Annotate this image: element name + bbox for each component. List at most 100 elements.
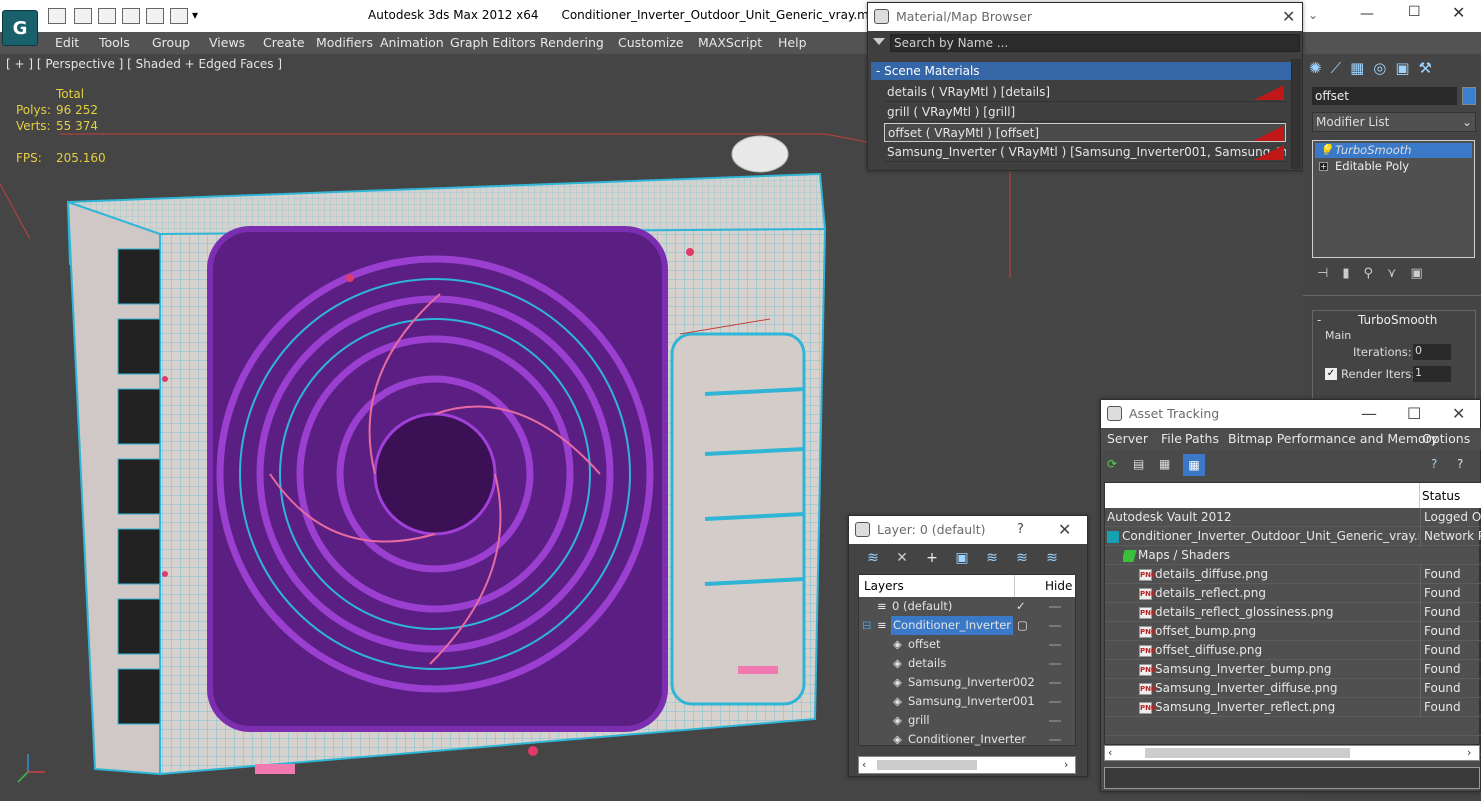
modifier-list-dropdown[interactable]: Modifier List ⌄ <box>1312 112 1476 132</box>
scroll-left-icon[interactable]: ‹ <box>1108 746 1112 759</box>
vertical-scrollbar[interactable] <box>1291 59 1301 169</box>
menu-options[interactable]: Options <box>1422 431 1470 446</box>
asset-row[interactable]: Autodesk Vault 2012 Logged Ou <box>1105 508 1481 527</box>
horizontal-scrollbar[interactable]: ‹ › <box>1104 745 1480 761</box>
material-item-offset[interactable]: offset ( VRayMtl ) [offset] <box>884 123 1286 142</box>
material-item-grill[interactable]: grill ( VRayMtl ) [grill] <box>884 103 1286 122</box>
close-icon[interactable]: ✕ <box>1058 520 1071 539</box>
add-to-layer-icon[interactable]: + <box>923 549 941 567</box>
undo-icon[interactable] <box>98 8 116 24</box>
menu-tools[interactable]: Tools <box>99 35 130 50</box>
hide-toggle[interactable] <box>1049 663 1061 665</box>
scroll-right-icon[interactable]: › <box>1467 746 1471 759</box>
hide-toggle[interactable] <box>1049 720 1061 722</box>
column-layers[interactable]: Layers <box>864 579 904 593</box>
menu-customize[interactable]: Customize <box>618 35 684 50</box>
hide-toggle[interactable] <box>1049 739 1061 741</box>
rollout-title[interactable]: TurboSmooth <box>1358 313 1437 327</box>
object-row[interactable]: ◈ Conditioner_Inverter <box>859 730 1075 749</box>
chevron-down-icon[interactable]: ⌄ <box>1308 8 1318 22</box>
object-row[interactable]: ◈ offset <box>859 635 1075 654</box>
scroll-left-icon[interactable]: ‹ <box>862 758 866 771</box>
menu-paths[interactable]: Paths <box>1185 431 1219 446</box>
help-button[interactable]: ? <box>1017 522 1024 537</box>
collapse-icon[interactable]: ⊟ <box>862 616 872 635</box>
highlight-layer-icon[interactable]: ≋ <box>983 549 1001 567</box>
save-file-icon[interactable] <box>74 8 92 24</box>
expand-icon[interactable]: + <box>1319 162 1328 171</box>
hide-toggle[interactable] <box>1049 625 1061 627</box>
scroll-right-icon[interactable]: › <box>1064 758 1068 771</box>
object-name-field[interactable]: offset <box>1312 87 1457 105</box>
horizontal-scrollbar[interactable]: ‹ › <box>858 756 1076 774</box>
menu-bitmap-performance[interactable]: Bitmap Performance and Memory <box>1228 431 1438 446</box>
minimize-button[interactable]: — <box>1361 404 1377 423</box>
menu-server[interactable]: Server <box>1107 431 1148 446</box>
scroll-thumb[interactable] <box>1145 748 1350 758</box>
hide-toggle[interactable] <box>1049 606 1061 608</box>
freeze-all-icon[interactable]: ≋ <box>1043 549 1061 567</box>
project-folder-icon[interactable] <box>122 8 140 24</box>
object-row[interactable]: ◈ details <box>859 654 1075 673</box>
asset-row[interactable]: PNGoffset_bump.png Found <box>1105 622 1481 641</box>
asset-row[interactable]: PNGdetails_reflect_glossiness.png Found <box>1105 603 1481 622</box>
close-icon[interactable]: ✕ <box>1452 404 1465 423</box>
menu-edit[interactable]: Edit <box>55 35 79 50</box>
column-hide[interactable]: Hide <box>1045 579 1072 593</box>
table-view-icon[interactable]: ▦ <box>1183 454 1205 476</box>
close-icon[interactable]: ✕ <box>1282 7 1295 26</box>
open-file-icon[interactable] <box>48 8 66 24</box>
new-scene-icon[interactable] <box>146 8 164 24</box>
asset-row[interactable]: PNGSamsung_Inverter_reflect.png Found <box>1105 698 1481 717</box>
menu-file[interactable]: File <box>1161 431 1182 446</box>
menu-create[interactable]: Create <box>263 35 305 50</box>
refresh-icon[interactable]: ⟳ <box>1107 457 1117 471</box>
render-iters-spinner[interactable]: 1 <box>1413 366 1451 382</box>
asset-row[interactable]: PNGSamsung_Inverter_diffuse.png Found <box>1105 679 1481 698</box>
menu-views[interactable]: Views <box>209 35 245 50</box>
hide-toggle[interactable] <box>1049 682 1061 684</box>
collapse-icon[interactable]: - <box>1317 313 1321 327</box>
layer-row[interactable]: ≡ 0 (default) ✓ <box>859 597 1075 616</box>
object-color-swatch[interactable] <box>1462 87 1476 105</box>
options-dropdown-icon[interactable] <box>873 38 885 45</box>
help-pointer-icon[interactable]: ? <box>1457 457 1463 471</box>
stack-item-turbosmooth[interactable]: 💡 TurboSmooth <box>1315 143 1472 158</box>
render-iters-checkbox[interactable]: ✓ <box>1325 368 1337 380</box>
scroll-thumb[interactable] <box>877 760 977 770</box>
object-row[interactable]: ◈ grill <box>859 711 1075 730</box>
material-item-samsung-inverter[interactable]: Samsung_Inverter ( VRayMtl ) [Samsung_In… <box>884 143 1286 162</box>
menu-animation[interactable]: Animation <box>380 35 444 50</box>
menu-rendering[interactable]: Rendering <box>540 35 604 50</box>
stack-toolbar[interactable]: ⊣▮⚲⋎▣ <box>1317 266 1477 284</box>
object-row[interactable]: ◈ Samsung_Inverter002 <box>859 673 1075 692</box>
viewport-label[interactable]: [ + ] [ Perspective ] [ Shaded + Edged F… <box>6 57 282 71</box>
menu-graph-editors[interactable]: Graph Editors <box>450 35 536 50</box>
asset-row[interactable]: Maps / Shaders <box>1105 546 1481 565</box>
maximize-button[interactable]: ☐ <box>1407 404 1421 423</box>
redo-icon[interactable] <box>170 8 188 24</box>
delete-layer-icon[interactable]: ✕ <box>893 549 911 567</box>
menu-group[interactable]: Group <box>152 35 190 50</box>
minimize-button[interactable]: — <box>1360 6 1374 22</box>
layer-row[interactable]: ⊟ ≡ Conditioner_Inverter ▢ <box>859 616 1075 635</box>
scene-materials-section[interactable]: - Scene Materials <box>871 62 1293 80</box>
maximize-button[interactable]: ☐ <box>1408 4 1421 20</box>
material-item-details[interactable]: details ( VRayMtl ) [details] <box>884 83 1286 102</box>
column-status[interactable]: Status <box>1422 489 1460 503</box>
app-logo-icon[interactable]: G <box>2 10 38 46</box>
help-icon[interactable]: ? <box>1431 457 1437 471</box>
hide-toggle[interactable] <box>1049 701 1061 703</box>
thumbnail-view-icon[interactable]: ▦ <box>1159 457 1170 471</box>
new-layer-icon[interactable]: ≋ <box>864 549 882 567</box>
list-view-icon[interactable]: ▤ <box>1133 457 1144 471</box>
hide-all-icon[interactable]: ≋ <box>1013 549 1031 567</box>
hide-toggle[interactable] <box>1049 644 1061 646</box>
asset-row[interactable]: PNGdetails_reflect.png Found <box>1105 584 1481 603</box>
menu-modifiers[interactable]: Modifiers <box>316 35 373 50</box>
stack-item-editable-poly[interactable]: + Editable Poly <box>1315 159 1472 174</box>
lightbulb-icon[interactable]: 💡 <box>1319 143 1333 158</box>
command-panel-tabs[interactable]: ✺⟋▦◎▣⚒ <box>1309 59 1477 81</box>
asset-row[interactable]: Conditioner_Inverter_Outdoor_Unit_Generi… <box>1105 527 1481 546</box>
asset-row[interactable]: PNGSamsung_Inverter_bump.png Found <box>1105 660 1481 679</box>
